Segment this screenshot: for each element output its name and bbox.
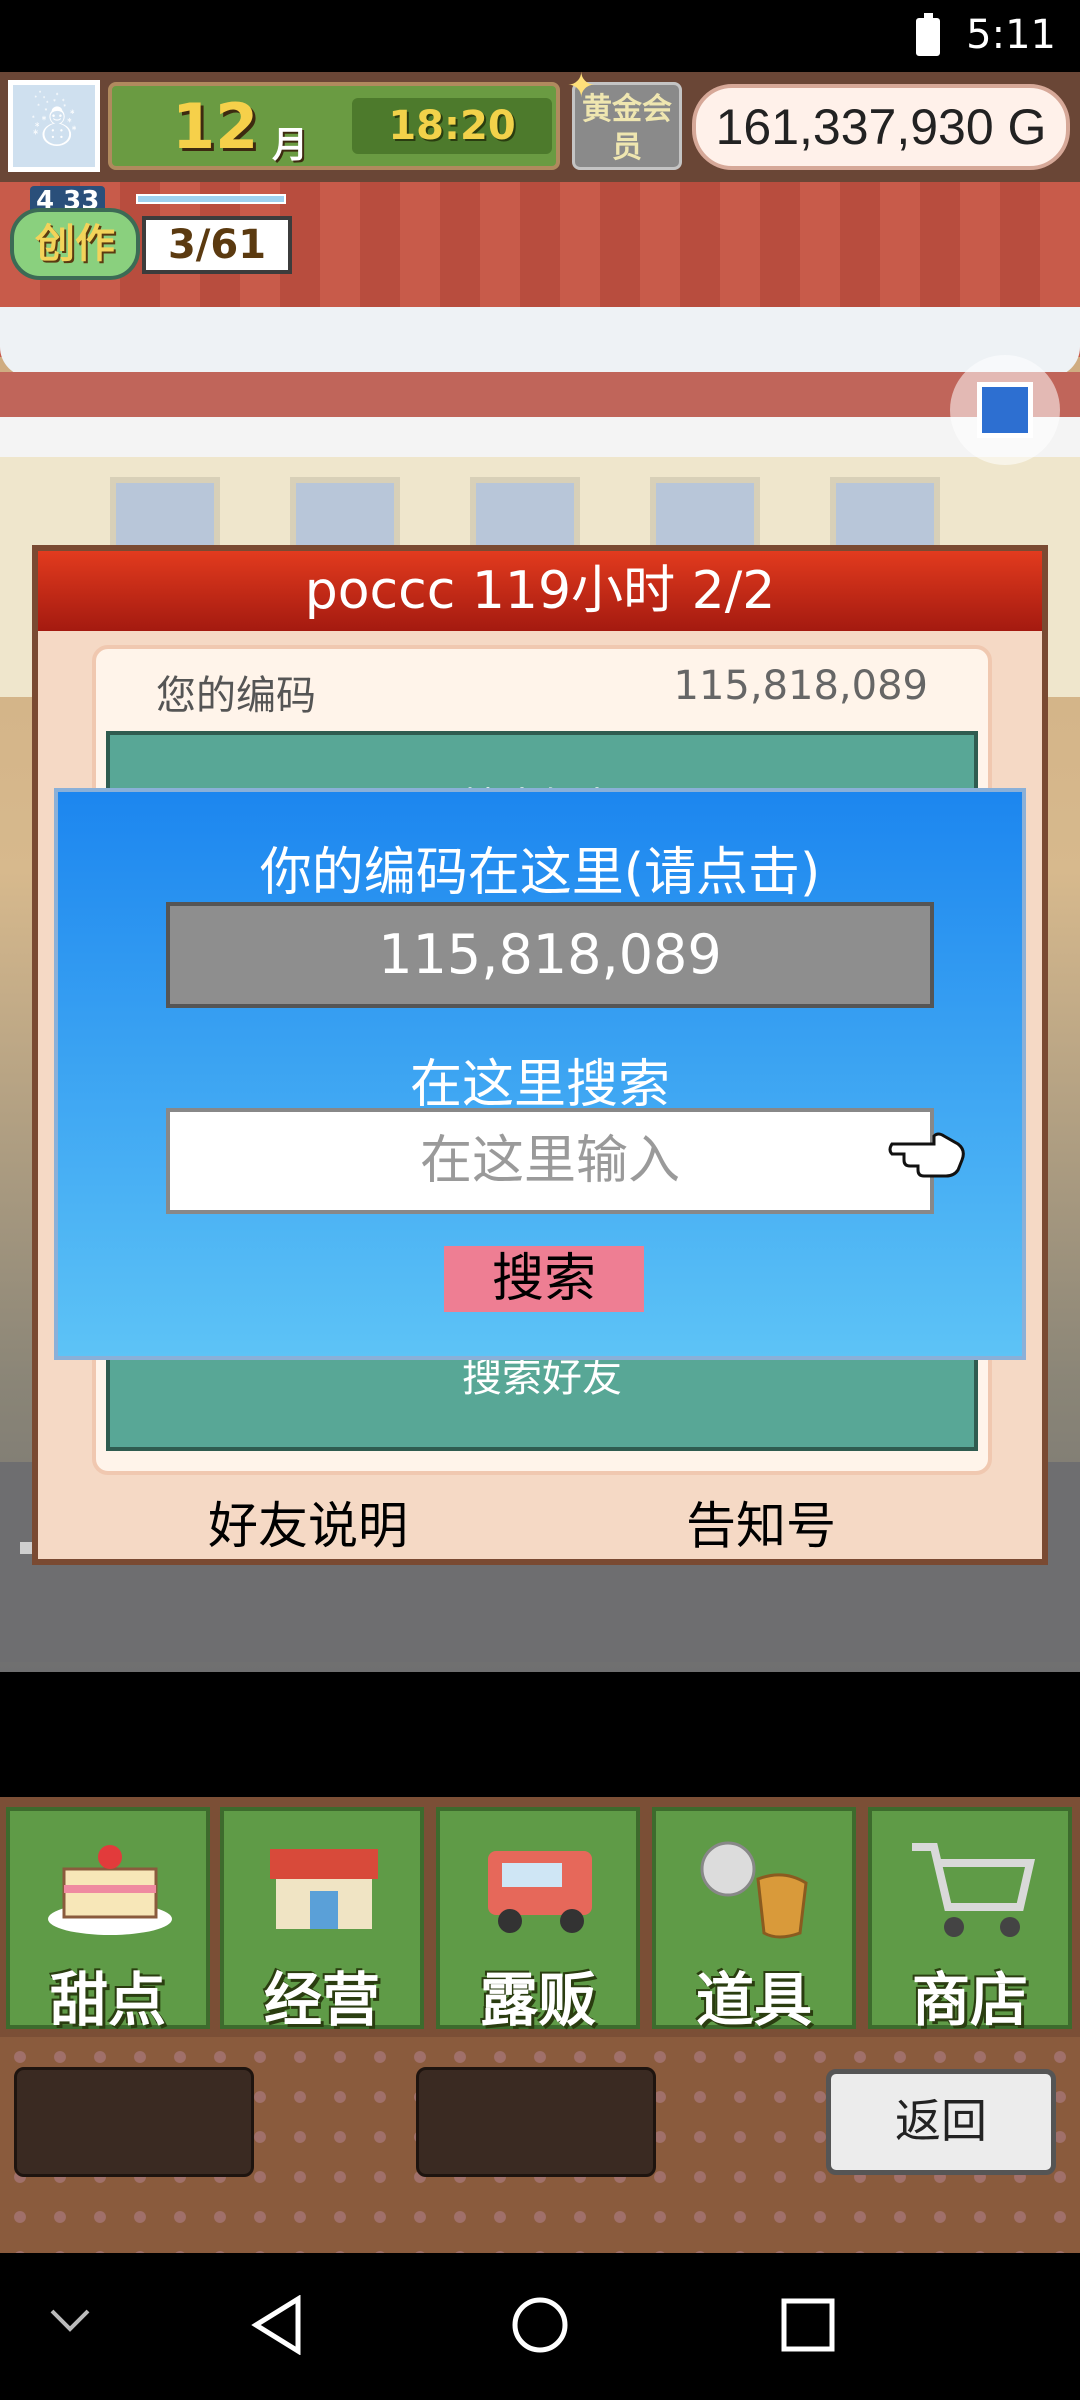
- your-code-value: 115,818,089: [673, 663, 928, 709]
- menu-item-items[interactable]: 道具: [652, 1807, 856, 2034]
- food-truck-icon: [488, 1851, 592, 1933]
- back-triangle-icon[interactable]: [250, 2295, 304, 2355]
- status-bar: 5:11: [0, 0, 1080, 72]
- home-circle-icon[interactable]: [510, 2295, 570, 2355]
- shop-icon: [266, 1849, 382, 1939]
- creation-label: 创作: [10, 208, 140, 280]
- your-code-field[interactable]: 115,818,089: [166, 902, 934, 1008]
- search-here-label: 在这里搜索: [409, 1055, 670, 1115]
- notice-button[interactable]: 告知号: [686, 1486, 836, 1558]
- snowman-avatar-icon[interactable]: ☃: [8, 80, 100, 172]
- battery-icon: [916, 13, 940, 56]
- cake-icon: [48, 1845, 172, 1935]
- awning-snow: [0, 417, 1080, 457]
- bottom-menu: 甜点 经营 露贩 道具 商店: [0, 1797, 1080, 2037]
- chevron-down-icon[interactable]: [46, 2303, 94, 2337]
- cube-icon: [977, 382, 1033, 438]
- gold-member-badge[interactable]: ✦ 黄金会员: [567, 67, 682, 170]
- menu-item-dessert[interactable]: 甜点: [6, 1807, 210, 2034]
- pointing-hand-icon: [888, 1132, 965, 1178]
- menu-item-label: 露贩: [479, 1966, 596, 2034]
- month-unit: 月: [272, 125, 309, 166]
- creation-count: 3/61: [142, 216, 292, 274]
- roof-snow: [0, 307, 1080, 377]
- month-number: 12: [172, 90, 259, 163]
- menu-item-food-truck[interactable]: 露贩: [436, 1807, 640, 2034]
- panel-title: poccc 119小时 2/2: [38, 551, 1042, 631]
- menu-item-store[interactable]: 商店: [868, 1807, 1072, 2034]
- back-button[interactable]: 返回: [826, 2069, 1056, 2175]
- empty-slot[interactable]: [14, 2067, 254, 2177]
- search-dialog: 你的编码在这里(请点击) 115,818,089 在这里搜索 在这里输入 搜索: [54, 788, 1026, 1360]
- friend-help-button[interactable]: 好友说明: [208, 1486, 408, 1558]
- creation-progress-bar: [136, 194, 286, 204]
- search-button[interactable]: 搜索: [444, 1246, 644, 1312]
- menu-item-label: 甜点: [49, 1966, 166, 2034]
- status-clock: 5:11: [966, 12, 1056, 58]
- top-hud: ☃ 12 月 18:20 ✦ 黄金会员 161,337,930 G: [0, 67, 1080, 182]
- menu-item-label: 经营: [263, 1966, 380, 2034]
- money-display: 161,337,930 G: [692, 84, 1070, 170]
- bottom-tray: 返回: [0, 2037, 1080, 2253]
- game-time: 18:20: [352, 98, 552, 154]
- your-code-label: 您的编码: [156, 673, 316, 719]
- menu-item-label: 商店: [911, 1966, 1028, 2034]
- recents-square-icon[interactable]: [780, 2297, 836, 2353]
- empty-slot[interactable]: [416, 2067, 656, 2177]
- dialog-title: 你的编码在这里(请点击): [259, 843, 821, 903]
- member-label: 黄金会员: [582, 92, 672, 165]
- sparkle-icon: ✦: [567, 66, 596, 106]
- menu-item-manage[interactable]: 经营: [220, 1807, 424, 2034]
- date-display: 12 月 18:20: [108, 82, 560, 170]
- view-toggle-button[interactable]: [950, 355, 1060, 465]
- shopping-cart-icon: [912, 1843, 1036, 1937]
- system-nav-bar: [0, 2253, 1080, 2400]
- menu-item-label: 道具: [695, 1966, 812, 2034]
- creation-status[interactable]: 4 33 创作 3/61: [6, 186, 296, 284]
- search-input[interactable]: 在这里输入: [166, 1108, 934, 1214]
- item-bag-icon: [700, 1841, 808, 1939]
